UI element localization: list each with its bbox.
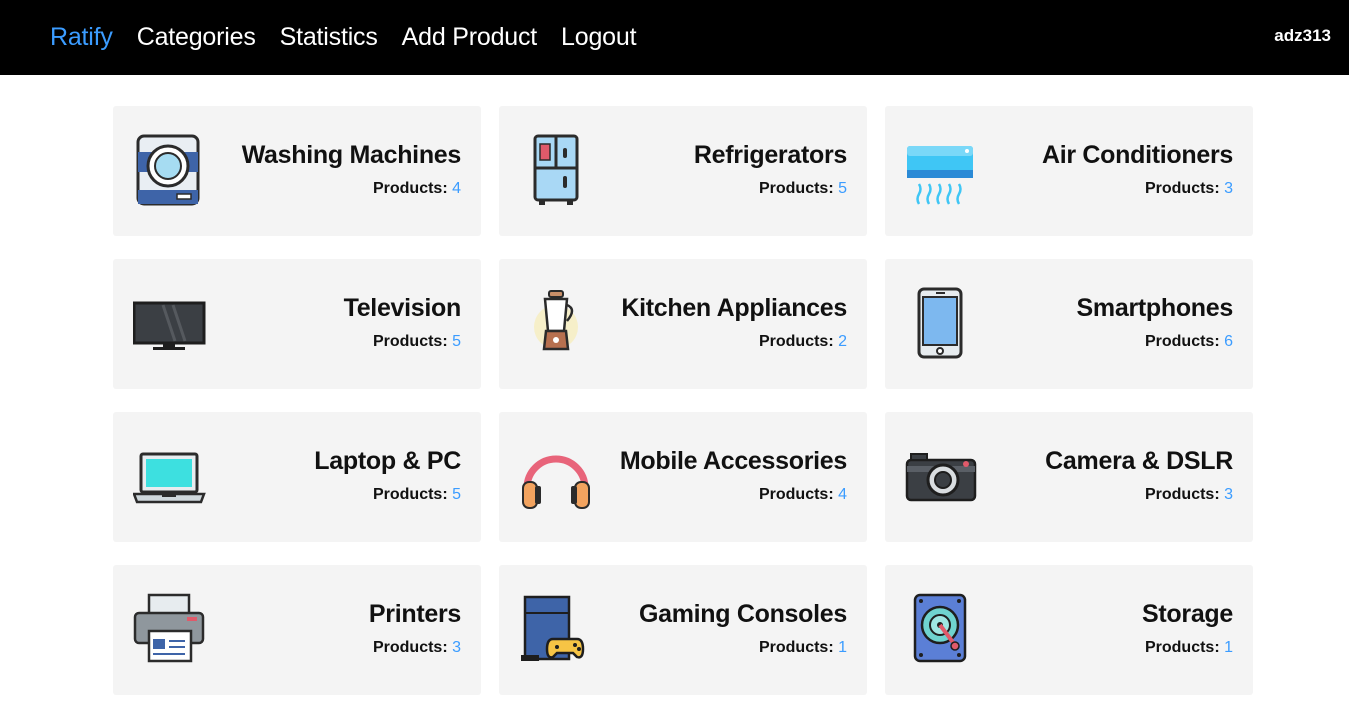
nav-link-logout[interactable]: Logout: [561, 23, 636, 52]
category-text: Laptop & PC Products: 5: [314, 447, 461, 504]
product-count: Products: 3: [369, 639, 461, 657]
category-card-washing-machines[interactable]: Washing Machines Products: 4: [113, 106, 481, 236]
category-title: Refrigerators: [693, 141, 847, 169]
category-text: Television Products: 5: [343, 294, 462, 351]
camera-icon: [905, 440, 979, 514]
category-title: Kitchen Appliances: [621, 294, 847, 322]
product-count: Products: 5: [344, 333, 461, 351]
products-label: Products:: [1144, 180, 1220, 197]
product-count: Products: 3: [1042, 180, 1233, 198]
category-title: Printers: [368, 600, 461, 628]
category-grid: Washing Machines Products: 4 Refrigerato…: [113, 106, 1253, 695]
category-card-refrigerators[interactable]: Refrigerators Products: 5: [499, 106, 867, 236]
product-count-value: 3: [1224, 486, 1233, 503]
products-label: Products:: [758, 180, 834, 197]
category-title: Gaming Consoles: [638, 600, 847, 628]
product-count: Products: 6: [1077, 333, 1233, 351]
category-card-gaming-consoles[interactable]: Gaming Consoles Products: 1: [499, 565, 867, 695]
category-title: Television: [343, 294, 462, 322]
product-count: Products: 3: [1045, 486, 1233, 504]
product-count: Products: 1: [639, 639, 847, 657]
category-text: Gaming Consoles Products: 1: [639, 600, 847, 657]
category-text: Printers Products: 3: [369, 600, 461, 657]
category-text: Mobile Accessories Products: 4: [620, 447, 847, 504]
product-count: Products: 5: [694, 180, 847, 198]
products-label: Products:: [1144, 486, 1220, 503]
products-label: Products:: [1144, 639, 1220, 656]
category-title: Washing Machines: [241, 141, 462, 169]
products-label: Products:: [758, 333, 834, 350]
product-count-value: 2: [838, 333, 847, 350]
product-count-value: 6: [1224, 333, 1233, 350]
nav-link-categories[interactable]: Categories: [137, 23, 256, 52]
product-count: Products: 2: [621, 333, 847, 351]
product-count: Products: 4: [242, 180, 461, 198]
category-card-smartphones[interactable]: Smartphones Products: 6: [885, 259, 1253, 389]
refrigerator-icon: [519, 134, 593, 208]
category-card-kitchen-appliances[interactable]: Kitchen Appliances Products: 2: [499, 259, 867, 389]
products-label: Products:: [758, 639, 834, 656]
brand-link[interactable]: Ratify: [50, 23, 113, 52]
category-text: Kitchen Appliances Products: 2: [621, 294, 847, 351]
washing-machine-icon: [133, 134, 207, 208]
products-label: Products:: [372, 486, 448, 503]
blender-icon: [519, 287, 593, 361]
category-text: Washing Machines Products: 4: [241, 141, 462, 198]
product-count-value: 3: [1224, 180, 1233, 197]
category-card-printers[interactable]: Printers Products: 3: [113, 565, 481, 695]
laptop-icon: [133, 440, 207, 514]
top-navbar: Ratify Categories Statistics Add Product…: [0, 0, 1349, 75]
product-count-value: 4: [838, 486, 847, 503]
category-text: Refrigerators Products: 5: [694, 141, 847, 198]
category-card-storage[interactable]: Storage Products: 1: [885, 565, 1253, 695]
category-text: Storage Products: 1: [1142, 600, 1233, 657]
category-title: Laptop & PC: [314, 447, 461, 475]
nav-link-add-product[interactable]: Add Product: [402, 23, 538, 52]
product-count-value: 1: [838, 639, 847, 656]
product-count: Products: 5: [314, 486, 461, 504]
category-title: Mobile Accessories: [619, 447, 847, 475]
category-title: Smartphones: [1076, 294, 1234, 322]
television-icon: [133, 287, 207, 361]
smartphone-icon: [905, 287, 979, 361]
category-title: Air Conditioners: [1041, 141, 1233, 169]
nav-links: Ratify Categories Statistics Add Product…: [50, 23, 660, 52]
products-label: Products:: [372, 333, 448, 350]
category-text: Smartphones Products: 6: [1076, 294, 1234, 351]
product-count-value: 4: [452, 180, 461, 197]
category-text: Air Conditioners Products: 3: [1042, 141, 1233, 198]
username: adz313: [1274, 25, 1331, 45]
category-card-camera-dslr[interactable]: Camera & DSLR Products: 3: [885, 412, 1253, 542]
product-count-value: 3: [452, 639, 461, 656]
product-count-value: 5: [452, 333, 461, 350]
category-title: Storage: [1142, 600, 1233, 628]
category-card-mobile-accessories[interactable]: Mobile Accessories Products: 4: [499, 412, 867, 542]
product-count-value: 5: [838, 180, 847, 197]
products-label: Products:: [372, 639, 448, 656]
products-label: Products:: [758, 486, 834, 503]
category-title: Camera & DSLR: [1045, 447, 1233, 475]
product-count: Products: 4: [620, 486, 847, 504]
products-label: Products:: [1144, 333, 1220, 350]
product-count-value: 5: [452, 486, 461, 503]
gaming-console-icon: [519, 593, 593, 667]
printer-icon: [133, 593, 207, 667]
category-text: Camera & DSLR Products: 3: [1045, 447, 1233, 504]
headphones-icon: [519, 440, 593, 514]
nav-link-statistics[interactable]: Statistics: [280, 23, 378, 52]
air-conditioner-icon: [905, 134, 979, 208]
product-count-value: 1: [1224, 639, 1233, 656]
product-count: Products: 1: [1142, 639, 1233, 657]
category-card-laptop-pc[interactable]: Laptop & PC Products: 5: [113, 412, 481, 542]
products-label: Products:: [372, 180, 448, 197]
category-card-television[interactable]: Television Products: 5: [113, 259, 481, 389]
category-card-air-conditioners[interactable]: Air Conditioners Products: 3: [885, 106, 1253, 236]
hard-disk-icon: [905, 593, 979, 667]
